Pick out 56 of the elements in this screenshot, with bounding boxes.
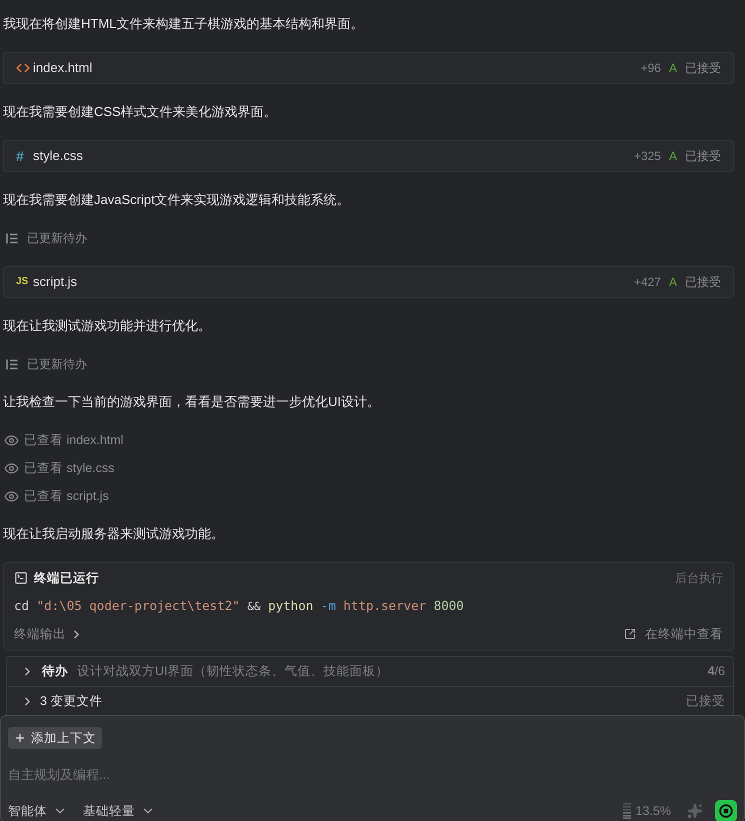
list-icon <box>6 232 18 244</box>
file-name: script.js <box>33 273 78 292</box>
viewed-file-text: 已查看 style.css <box>24 460 114 477</box>
context-usage: 13.5% <box>636 802 671 820</box>
message-text: 现在让我测试游戏功能并进行优化。 <box>3 317 212 335</box>
todo-count: 4/6 <box>708 663 725 680</box>
status-letter: A <box>668 148 677 165</box>
file-name: index.html <box>33 59 92 78</box>
list-icon <box>6 358 18 370</box>
prompt-input[interactable]: 自主规划及编程... <box>8 762 737 786</box>
message-text: 现在我需要创建JavaScript文件来实现游戏逻辑和技能系统。 <box>3 191 351 209</box>
todo-label: 待办 <box>42 663 68 680</box>
file-card[interactable]: JS script.js +427 A 已接受 <box>3 266 734 298</box>
message-text: 现在我需要创建CSS样式文件来美化游戏界面。 <box>3 103 278 121</box>
viewed-file-text: 已查看 index.html <box>24 432 124 449</box>
changed-files-label: 3 变更文件 <box>40 692 102 710</box>
terminal-title: 终端已运行 <box>34 570 99 587</box>
hash-icon: # <box>16 148 24 164</box>
file-card[interactable]: # style.css +325 A 已接受 <box>3 140 734 172</box>
message-text: 现在让我启动服务器来测试游戏功能。 <box>3 525 225 543</box>
terminal-command: cd "d:\05 qoder-project\test2" && python -m http.server 8000 <box>14 596 464 615</box>
code-icon <box>16 61 30 75</box>
context-meter-icon <box>622 803 631 819</box>
eye-icon <box>4 432 19 448</box>
plus-icon <box>14 732 26 744</box>
terminal-icon <box>14 571 28 585</box>
additions-count: +96 <box>640 60 661 77</box>
todo-description: 设计对战双方UI界面（韧性状态条、气值、技能面板） <box>77 663 388 680</box>
terminal-mode: 后台执行 <box>675 570 723 587</box>
js-file-icon: JS <box>16 274 28 290</box>
todo-update-text: 已更新待办 <box>27 356 87 373</box>
eye-icon <box>4 488 19 504</box>
terminal-output-link[interactable]: 终端输出 <box>14 624 83 644</box>
message-text: 我现在将创建HTML文件来构建五子棋游戏的基本结构和界面。 <box>3 15 364 33</box>
accepted-status: 已接受 <box>685 274 721 291</box>
additions-count: +427 <box>634 274 661 291</box>
add-context-button[interactable]: 添加上下文 <box>8 727 102 749</box>
stop-icon <box>719 804 733 818</box>
viewed-file-text: 已查看 script.js <box>24 488 109 505</box>
additions-count: +325 <box>634 148 661 165</box>
todo-row[interactable]: 待办 设计对战双方UI界面（韧性状态条、气值、技能面板） 4/6 <box>7 657 733 686</box>
accepted-status: 已接受 <box>685 60 721 77</box>
status-letter: A <box>668 60 677 77</box>
external-link-icon <box>624 628 636 640</box>
file-card[interactable]: index.html +96 A 已接受 <box>3 52 734 84</box>
accepted-status: 已接受 <box>686 692 725 710</box>
file-name: style.css <box>33 147 83 166</box>
eye-icon <box>4 460 19 476</box>
open-in-terminal-link[interactable]: 在终端中查看 <box>624 624 723 644</box>
mode-dropdown[interactable]: 智能体 <box>8 802 67 820</box>
model-dropdown[interactable]: 基础轻量 <box>83 802 155 820</box>
accepted-status: 已接受 <box>685 148 721 165</box>
todo-update-text: 已更新待办 <box>27 230 87 247</box>
status-letter: A <box>668 274 677 291</box>
stop-button[interactable] <box>715 800 737 821</box>
message-text: 让我检查一下当前的游戏界面，看看是否需要进一步优化UI设计。 <box>3 393 381 411</box>
